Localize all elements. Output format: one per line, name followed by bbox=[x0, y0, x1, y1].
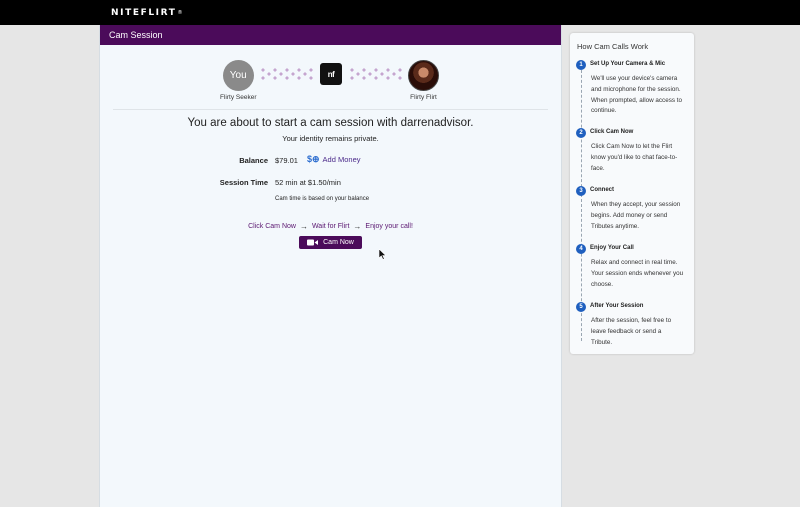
step-click-cam-now: Click Cam Now bbox=[248, 223, 296, 230]
step-title: After Your Session bbox=[590, 303, 644, 309]
mouse-pointer-icon bbox=[379, 249, 387, 260]
you-avatar-label: You bbox=[229, 70, 247, 81]
add-money-label: Add Money bbox=[322, 155, 361, 164]
step-description: Relax and connect in real time. Your ses… bbox=[591, 259, 684, 288]
session-parties: You Flirty Seeker nf Flirty Flirt bbox=[100, 60, 561, 101]
step-enjoy-call: Enjoy your call! bbox=[365, 223, 413, 230]
arrow-right-icon: → bbox=[299, 222, 308, 231]
flirt-caption: Flirty Flirt bbox=[410, 94, 437, 101]
you-caption: Flirty Seeker bbox=[220, 94, 257, 101]
flirt-party: Flirty Flirt bbox=[408, 60, 439, 101]
step-title: Enjoy Your Call bbox=[590, 245, 634, 251]
step-number-badge: 5 bbox=[576, 302, 586, 312]
balance-value: $79.01 bbox=[275, 156, 298, 165]
connection-dots-left-icon bbox=[261, 68, 313, 80]
how-cam-calls-work-panel: How Cam Calls Work 1 Set Up Your Camera … bbox=[570, 33, 694, 354]
niteflirt-logo[interactable]: NITEFLIRT ® bbox=[111, 8, 182, 18]
you-party: You Flirty Seeker bbox=[220, 60, 256, 101]
balance-note: Cam time is based on your balance bbox=[275, 196, 370, 202]
privacy-note: Your identity remains private. bbox=[282, 134, 379, 143]
step-wait-for-flirt: Wait for Flirt bbox=[311, 223, 350, 230]
cam-steps: Click Cam Now → Wait for Flirt → Enjoy y… bbox=[100, 222, 561, 231]
step-number-badge: 2 bbox=[576, 128, 586, 138]
step-description: Click Cam Now to let the Flirt know you'… bbox=[591, 143, 678, 172]
cam-now-label: Cam Now bbox=[323, 239, 354, 246]
step-title: Set Up Your Camera & Mic bbox=[590, 61, 666, 67]
steps-timeline bbox=[581, 65, 582, 341]
top-bar: NITEFLIRT ® bbox=[0, 0, 800, 25]
cam-session-header: Cam Session bbox=[100, 25, 561, 45]
you-avatar: You bbox=[222, 60, 254, 91]
step-description: After the session, feel free to leave fe… bbox=[591, 317, 672, 346]
nf-mark-text: nf bbox=[327, 69, 335, 79]
section-divider bbox=[113, 109, 548, 110]
how-it-works-title: How Cam Calls Work bbox=[577, 42, 649, 51]
step-title: Click Cam Now bbox=[590, 129, 634, 135]
step-number-badge: 3 bbox=[576, 186, 586, 196]
flirt-avatar[interactable] bbox=[408, 60, 439, 91]
session-time-value: 52 min at $1.50/min bbox=[275, 178, 341, 187]
logo-text: NITEFLIRT bbox=[111, 8, 177, 18]
session-headline: You are about to start a cam session wit… bbox=[187, 117, 474, 129]
step-title: Connect bbox=[590, 187, 614, 193]
arrow-right-icon: → bbox=[353, 222, 362, 231]
step-description: We'll use your device's camera and micro… bbox=[591, 75, 682, 115]
step-number-badge: 1 bbox=[576, 60, 586, 70]
connection-dots-right-icon bbox=[350, 68, 402, 80]
cam-session-title: Cam Session bbox=[109, 30, 163, 40]
add-money-button[interactable]: $⊕ Add Money bbox=[307, 154, 361, 165]
add-money-icon: $⊕ bbox=[307, 154, 320, 164]
video-camera-icon bbox=[307, 239, 319, 246]
balance-label: Balance bbox=[239, 156, 268, 165]
niteflirt-mark-icon: nf bbox=[320, 63, 342, 85]
step-number-badge: 4 bbox=[576, 244, 586, 254]
session-time-label: Session Time bbox=[219, 178, 268, 187]
cam-session-panel: Cam Session You Flirty Seeker nf Flirty … bbox=[99, 25, 562, 507]
logo-registered-mark: ® bbox=[177, 10, 183, 16]
step-description: When they accept, your session begins. A… bbox=[591, 201, 681, 230]
cam-now-button[interactable]: Cam Now bbox=[299, 236, 362, 249]
